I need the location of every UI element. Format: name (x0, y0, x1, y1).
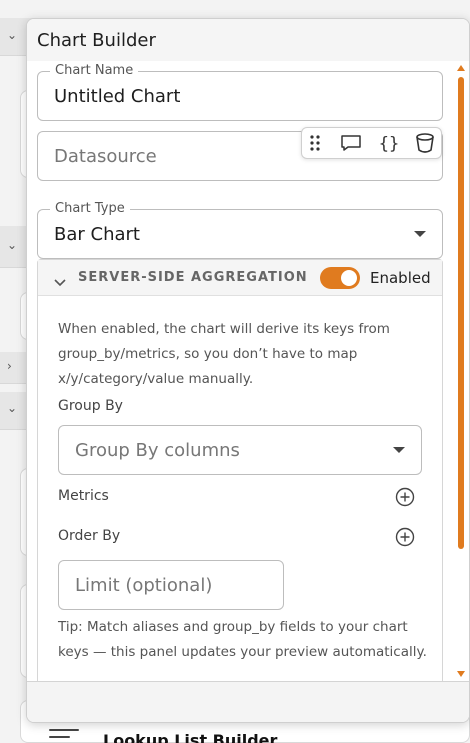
aggregation-tip: Tip: Match aliases and group_by fields t… (58, 619, 427, 660)
scroll-up-icon[interactable] (457, 65, 465, 71)
scrollbar-thumb[interactable] (458, 77, 464, 549)
order-by-label: Order By (58, 528, 121, 544)
chart-name-field[interactable]: Chart Name Untitled Chart (37, 63, 443, 121)
limit-input[interactable]: Limit (optional) (58, 560, 284, 610)
aggregation-header[interactable]: SERVER-SIDE AGGREGATION Enabled (38, 260, 442, 296)
bg-list-item-label: Lookup List Builder (103, 731, 278, 743)
chevron-down-icon: ⌄ (7, 401, 18, 415)
dialog-footer (27, 681, 469, 722)
aggregation-toggle-label: Enabled (370, 269, 431, 287)
metrics-label: Metrics (58, 488, 109, 504)
dialog-header: Chart Builder (27, 19, 469, 61)
group-by-label: Group By (58, 398, 123, 414)
aggregation-description: When enabled, the chart will derive its … (58, 321, 390, 387)
chevron-down-icon: ⌄ (7, 238, 18, 252)
drag-handle-icon[interactable] (302, 128, 328, 158)
add-metric-icon[interactable] (395, 487, 415, 507)
chart-builder-dialog: Chart Builder Chart Name Untitled Chart … (26, 18, 470, 723)
dialog-title: Chart Builder (37, 30, 156, 51)
scrollbar[interactable] (456, 65, 466, 677)
group-by-select[interactable]: Group By columns (58, 425, 422, 475)
chevron-down-icon[interactable] (54, 272, 66, 291)
chevron-down-icon: ⌄ (7, 28, 18, 42)
comment-icon[interactable] (334, 128, 368, 158)
toggle-knob (341, 270, 357, 286)
svg-text:{}: {} (379, 134, 399, 153)
chart-type-value: Bar Chart (54, 224, 140, 245)
list-add-icon (49, 729, 79, 743)
chart-name-label: Chart Name (50, 63, 139, 78)
braces-icon[interactable]: {} (372, 128, 406, 158)
aggregation-toggle[interactable] (320, 267, 360, 289)
cylinder-icon[interactable] (408, 128, 442, 158)
server-side-aggregation-panel: SERVER-SIDE AGGREGATION Enabled When ena… (37, 259, 443, 681)
chart-type-label: Chart Type (50, 201, 130, 216)
chevron-down-icon (414, 231, 426, 237)
datasource-placeholder: Datasource (54, 146, 157, 167)
chart-type-select[interactable]: Chart Type Bar Chart (37, 201, 443, 259)
group-by-placeholder: Group By columns (75, 440, 240, 461)
limit-placeholder: Limit (optional) (75, 575, 213, 596)
dialog-body: Chart Name Untitled Chart Datasource {} … (27, 61, 469, 681)
add-order-by-icon[interactable] (395, 527, 415, 547)
chevron-right-icon: › (7, 359, 12, 373)
floating-toolbar: {} (301, 127, 442, 159)
chevron-down-icon (393, 447, 405, 453)
scroll-down-icon[interactable] (457, 671, 465, 677)
chart-name-value[interactable]: Untitled Chart (54, 86, 180, 107)
aggregation-title: SERVER-SIDE AGGREGATION (78, 270, 308, 285)
